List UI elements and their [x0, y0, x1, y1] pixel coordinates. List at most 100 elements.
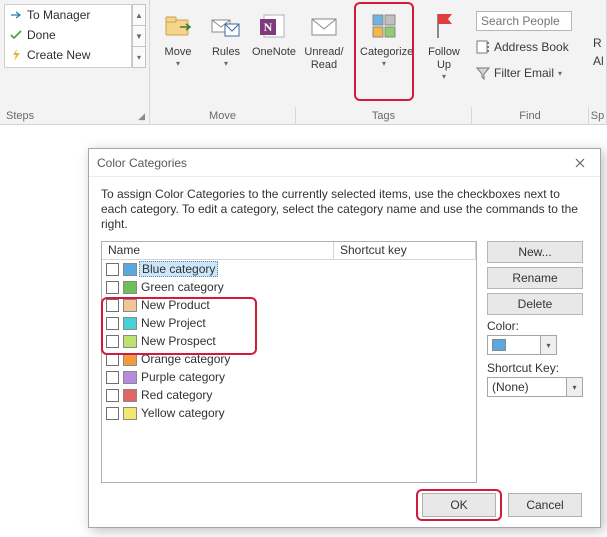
delete-button[interactable]: Delete [487, 293, 583, 315]
color-swatch-icon [123, 299, 137, 312]
search-people-field[interactable]: Search People [476, 10, 588, 32]
chevron-down-icon[interactable]: ▾ [566, 378, 582, 396]
quicksteps-gallery[interactable]: To Manager Done Create New [4, 4, 132, 68]
ribbon: To Manager Done Create New ▲ ▼ ▾ [0, 0, 607, 125]
category-label: New Prospect [141, 334, 216, 348]
checkbox[interactable] [106, 317, 119, 330]
category-label: Blue category [139, 261, 218, 277]
category-label: New Project [141, 316, 206, 330]
filter-email-button[interactable]: Filter Email ▾ [476, 62, 588, 84]
category-row[interactable]: Red category [102, 386, 476, 404]
chevron-down-icon[interactable]: ▾ [540, 336, 556, 354]
address-book-icon [476, 40, 490, 54]
quickstep-item[interactable]: Done [5, 25, 131, 45]
category-label: Red category [141, 388, 212, 402]
quickstep-item[interactable]: To Manager [5, 5, 131, 25]
category-row[interactable]: New Project [102, 314, 476, 332]
scroll-up-icon[interactable]: ▲ [132, 4, 146, 25]
shortcut-combobox[interactable]: (None) ▾ [487, 377, 583, 397]
scroll-down-icon[interactable]: ▼ [132, 25, 146, 46]
checkbox[interactable] [106, 281, 119, 294]
group-label-tags: Tags [296, 107, 472, 125]
category-row[interactable]: Yellow category [102, 404, 476, 422]
onenote-icon: N [258, 10, 290, 42]
category-label: Orange category [141, 352, 230, 366]
group-label-steps: Steps ◢ [0, 107, 150, 125]
color-combobox[interactable]: ▾ [487, 335, 557, 355]
color-swatch-icon [123, 371, 137, 384]
color-label: Color: [487, 319, 519, 333]
checkbox[interactable] [106, 353, 119, 366]
checkbox[interactable] [106, 263, 119, 276]
category-row[interactable]: Green category [102, 278, 476, 296]
category-label: New Product [141, 298, 210, 312]
arrow-right-icon [9, 8, 23, 22]
check-icon [9, 28, 23, 42]
chevron-down-icon: ▾ [154, 59, 202, 68]
list-header: Name Shortcut key [102, 242, 476, 260]
rename-button[interactable]: Rename [487, 267, 583, 289]
svg-text:N: N [264, 20, 273, 34]
chevron-down-icon: ▾ [420, 72, 468, 81]
unread-read-button[interactable]: Unread/Read [300, 6, 348, 100]
new-button[interactable]: New... [487, 241, 583, 263]
dialog-launcher-icon[interactable]: ◢ [138, 111, 145, 122]
envelope-icon [308, 10, 340, 42]
flag-icon [428, 10, 460, 42]
cancel-button[interactable]: Cancel [508, 493, 582, 517]
dialog-title: Color Categories [97, 156, 187, 170]
group-label-sp: Sp [589, 107, 607, 125]
ok-button[interactable]: OK [422, 493, 496, 517]
category-row[interactable]: New Prospect [102, 332, 476, 350]
quickstep-label: To Manager [27, 8, 90, 22]
color-swatch-icon [123, 317, 137, 330]
header-shortcut[interactable]: Shortcut key [334, 242, 476, 260]
group-label-move: Move [150, 107, 296, 125]
group-label-find: Find [472, 107, 589, 125]
color-swatch-icon [123, 407, 137, 420]
quicksteps-spinner[interactable]: ▲ ▼ ▾ [132, 4, 146, 68]
quickstep-label: Create New [27, 48, 90, 62]
onenote-button[interactable]: N OneNote [250, 6, 298, 100]
category-label: Green category [141, 280, 224, 294]
move-button[interactable]: Move ▾ [154, 6, 202, 100]
color-swatch-icon [492, 339, 506, 351]
chevron-down-icon: ▾ [558, 69, 562, 78]
lightning-icon [9, 48, 23, 62]
follow-up-button[interactable]: FollowUp ▾ [420, 6, 468, 100]
category-label: Purple category [141, 370, 225, 384]
category-label: Yellow category [141, 406, 225, 420]
color-swatch-icon [123, 335, 137, 348]
group-steps: To Manager Done Create New ▲ ▼ ▾ [0, 0, 150, 107]
categories-list[interactable]: Name Shortcut key Blue category Green cat… [101, 241, 477, 483]
shortcut-label: Shortcut Key: [487, 361, 559, 375]
checkbox[interactable] [106, 389, 119, 402]
dialog-instruction: To assign Color Categories to the curren… [89, 177, 600, 240]
funnel-icon [476, 66, 490, 80]
annotation-highlight [354, 2, 414, 101]
checkbox[interactable] [106, 335, 119, 348]
checkbox[interactable] [106, 371, 119, 384]
color-categories-dialog: Color Categories To assign Color Categor… [88, 148, 601, 528]
move-folder-icon [162, 10, 194, 42]
quickstep-label: Done [27, 28, 56, 42]
category-row[interactable]: Purple category [102, 368, 476, 386]
checkbox[interactable] [106, 299, 119, 312]
header-name[interactable]: Name [102, 242, 334, 260]
checkbox[interactable] [106, 407, 119, 420]
color-swatch-icon [123, 263, 137, 276]
rules-button[interactable]: Rules ▾ [202, 6, 250, 100]
group-speech-partial: R Al [589, 0, 607, 107]
color-swatch-icon [123, 389, 137, 402]
quickstep-item[interactable]: Create New [5, 45, 131, 65]
dialog-titlebar[interactable]: Color Categories [89, 149, 600, 177]
close-button[interactable] [568, 153, 592, 173]
address-book-button[interactable]: Address Book [476, 36, 588, 58]
expand-icon[interactable]: ▾ [132, 46, 146, 68]
rules-icon [210, 10, 242, 42]
color-swatch-icon [123, 353, 137, 366]
category-row[interactable]: Blue category [102, 260, 476, 278]
category-row[interactable]: New Product [102, 296, 476, 314]
close-icon [575, 158, 585, 168]
category-row[interactable]: Orange category [102, 350, 476, 368]
